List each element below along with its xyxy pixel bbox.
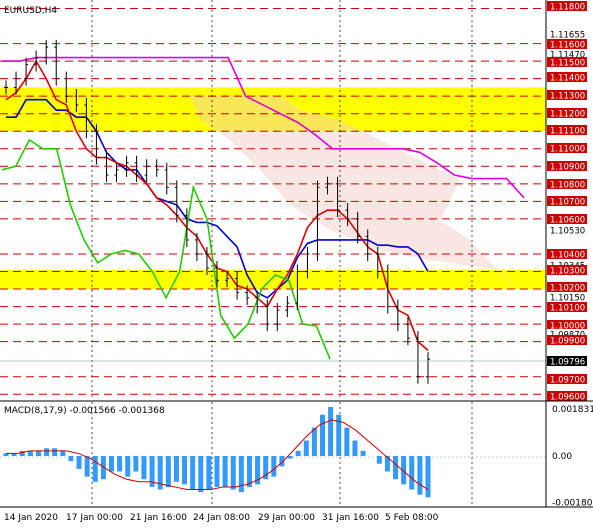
highlight-zone xyxy=(0,269,546,290)
price-tick-label: 1.10600 xyxy=(550,216,585,226)
macd-bar xyxy=(320,414,325,456)
price-tick-label: 1.10100 xyxy=(550,304,585,314)
macd-bar xyxy=(84,456,90,477)
macd-bar xyxy=(409,456,415,490)
macd-bar xyxy=(271,456,277,477)
macd-title: MACD(8,17,9) -0.001566 -0.001368 xyxy=(4,406,165,416)
macd-bar xyxy=(425,456,431,498)
price-tick-label: 1.09700 xyxy=(550,376,585,386)
price-tick-label: 1.11300 xyxy=(550,92,585,102)
macd-bar xyxy=(230,456,236,490)
macd-bar xyxy=(35,450,41,456)
price-tick-label: 1.10400 xyxy=(550,251,585,261)
macd-bar xyxy=(295,450,301,456)
price-tick-label: 1.11100 xyxy=(550,127,585,137)
price-scale[interactable]: 1.118001.116551.116001.114701.115001.114… xyxy=(547,1,587,403)
time-tick-label: 24 Jan 08:00 xyxy=(193,513,250,523)
macd-bar xyxy=(238,456,244,493)
macd-bar xyxy=(60,450,66,456)
macd-bar xyxy=(190,456,196,490)
macd-bar xyxy=(344,427,350,456)
macd-bar xyxy=(360,450,366,456)
macd-bar xyxy=(182,456,188,485)
price-panel[interactable] xyxy=(0,0,546,400)
price-tick-label: 1.10900 xyxy=(550,163,585,173)
time-scale[interactable]: 14 Jan 2020 17 Jan 00:00 21 Jan 16:00 24 Ja… xyxy=(4,513,439,523)
macd-bar xyxy=(92,456,98,482)
macd-bar xyxy=(125,456,131,477)
macd-bar xyxy=(214,456,220,487)
macd-bar xyxy=(52,448,58,456)
price-tick-label: 1.11200 xyxy=(550,110,585,120)
macd-bar xyxy=(133,456,139,472)
price-tick-label: 1.11400 xyxy=(550,74,585,84)
macd-bar xyxy=(222,456,228,487)
time-tick-label: 14 Jan 2020 xyxy=(4,513,58,523)
macd-bar xyxy=(352,440,358,456)
macd-bar xyxy=(328,407,334,456)
macd-bar xyxy=(76,456,82,469)
price-tick-label: 1.10300 xyxy=(550,267,585,277)
macd-bar xyxy=(303,440,309,456)
macd-bar xyxy=(165,456,171,487)
price-tick-label: 1.10800 xyxy=(550,181,585,191)
macd-scale[interactable]: 0.0018310.00-0.001806 xyxy=(552,405,593,509)
price-tick-label: 1.11500 xyxy=(550,59,585,69)
macd-bar xyxy=(109,456,114,472)
price-tick-label: 1.10700 xyxy=(550,198,585,208)
time-tick-label: 17 Jan 00:00 xyxy=(66,513,123,523)
time-tick-label: 29 Jan 00:00 xyxy=(258,513,315,523)
price-chart-title: EURUSD,H4 xyxy=(4,6,57,16)
macd-bar xyxy=(173,456,179,482)
macd-bar xyxy=(417,456,423,495)
price-tick-label: 1.09796 xyxy=(550,358,585,368)
price-tick-label: 1.10530 xyxy=(550,227,585,237)
macd-tick-label: 0.001831 xyxy=(552,405,593,415)
time-tick-label: 21 Jan 16:00 xyxy=(130,513,187,523)
macd-bar xyxy=(393,456,399,480)
macd-bar xyxy=(141,456,147,480)
price-tick-label: 1.09900 xyxy=(550,337,585,347)
macd-tick-label: 0.00 xyxy=(552,452,572,462)
macd-bar xyxy=(19,450,25,456)
macd-bar xyxy=(198,456,204,493)
time-tick-label: 31 Jan 16:00 xyxy=(322,513,379,523)
time-tick-label: 5 Feb 08:00 xyxy=(385,513,439,523)
macd-bar xyxy=(206,456,212,490)
macd-bar xyxy=(117,456,123,472)
macd-bar xyxy=(44,448,50,456)
price-tick-label: 1.11000 xyxy=(550,145,585,155)
price-tick-label: 1.11800 xyxy=(550,3,585,13)
chart-window[interactable]: EURUSD,H4 1.118001.116551.116001.114701.… xyxy=(0,0,593,529)
macd-bar xyxy=(311,427,317,456)
